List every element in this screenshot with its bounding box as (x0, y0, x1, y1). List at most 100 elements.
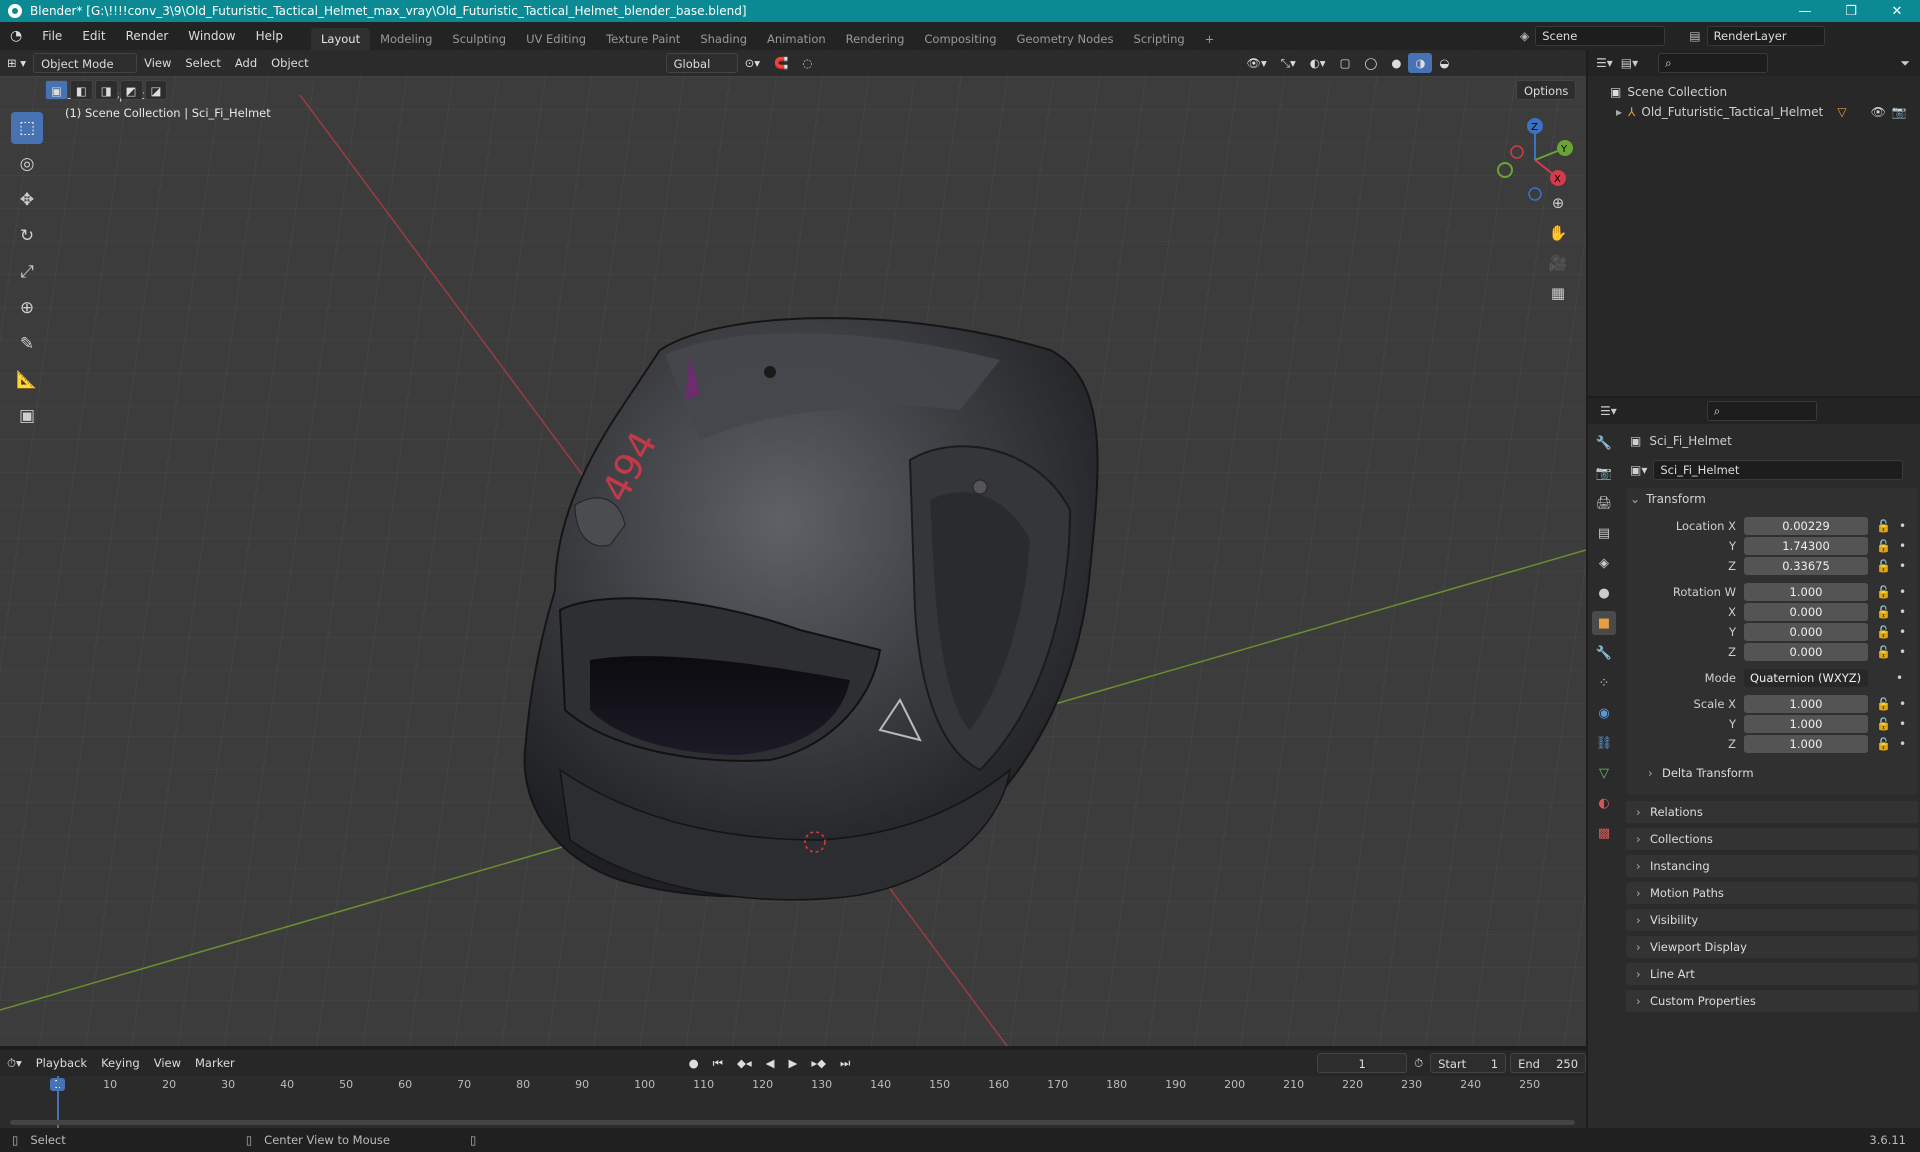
overlay-toggle-icon[interactable]: ◐▾ (1303, 53, 1333, 73)
scene-field[interactable]: Scene (1535, 26, 1666, 46)
select-box-tool-icon[interactable]: ⬚ (11, 112, 43, 144)
relations-panel[interactable]: Relations (1626, 801, 1918, 823)
constraints-tab-icon[interactable]: ⛓ (1592, 731, 1616, 755)
scale-tool-icon[interactable]: ⤢ (11, 256, 43, 288)
jump-end-icon[interactable]: ⏭ (833, 1053, 857, 1073)
menu-render[interactable]: Render (116, 22, 179, 50)
world-tab-icon[interactable]: ● (1592, 581, 1616, 605)
shading-solid-icon[interactable]: ● (1384, 53, 1408, 73)
lock-icon[interactable]: 🔓 (1876, 585, 1891, 599)
jump-start-icon[interactable]: ⏮ (706, 1053, 730, 1073)
tab-animation[interactable]: Animation (757, 28, 836, 50)
keyframe-dot-icon[interactable]: • (1899, 539, 1906, 553)
tab-shading[interactable]: Shading (690, 28, 757, 50)
rotation-mode-dropdown[interactable]: Quaternion (WXYZ) (1744, 669, 1868, 687)
lock-icon[interactable]: 🔓 (1876, 519, 1891, 533)
add-cube-tool-icon[interactable]: ▣ (11, 400, 43, 432)
navigation-gizmo[interactable]: Z Y X (1490, 112, 1580, 202)
end-frame-field[interactable]: End 250 (1510, 1053, 1587, 1073)
scene-tab-icon[interactable]: ◈ (1592, 551, 1616, 575)
camera-render-icon[interactable]: 📷 (1892, 105, 1907, 119)
tab-modeling[interactable]: Modeling (370, 28, 442, 50)
rotation-z-field[interactable]: 0.000 (1744, 643, 1868, 661)
select-extend-icon[interactable]: ◧ (69, 80, 93, 100)
motion-paths-panel[interactable]: Motion Paths (1626, 882, 1918, 904)
cursor-tool-icon[interactable]: ◎ (11, 148, 43, 180)
rotate-tool-icon[interactable]: ↻ (11, 220, 43, 252)
tab-compositing[interactable]: Compositing (914, 28, 1006, 50)
start-frame-field[interactable]: Start 1 (1430, 1053, 1507, 1073)
menu-timeline-view[interactable]: View (147, 1053, 188, 1073)
tab-uv-editing[interactable]: UV Editing (516, 28, 596, 50)
measure-tool-icon[interactable]: 📐 (11, 364, 43, 396)
orientation-selector[interactable]: Global (665, 53, 738, 73)
visibility-icon[interactable]: 👁▾ (1239, 53, 1273, 73)
select-intersect-icon[interactable]: ◪ (144, 80, 168, 100)
location-z-field[interactable]: 0.33675 (1744, 557, 1868, 575)
lock-icon[interactable]: 🔓 (1876, 539, 1891, 553)
keyframe-dot-icon[interactable]: • (1896, 671, 1903, 685)
minimize-button[interactable]: — (1782, 0, 1828, 22)
zoom-icon[interactable]: ⊕ (1545, 190, 1571, 216)
move-tool-icon[interactable]: ✥ (11, 184, 43, 216)
editor-type-icon[interactable]: ⊞ ▾ (0, 53, 33, 73)
select-subtract-icon[interactable]: ◨ (94, 80, 118, 100)
keyframe-dot-icon[interactable]: • (1899, 519, 1906, 533)
instancing-panel[interactable]: Instancing (1626, 855, 1918, 877)
mode-selector[interactable]: Object Mode (33, 53, 138, 73)
menu-edit[interactable]: Edit (72, 22, 115, 50)
menu-marker[interactable]: Marker (188, 1053, 242, 1073)
modifier-tab-icon[interactable]: 🔧 (1592, 641, 1616, 665)
transform-tool-icon[interactable]: ⊕ (11, 292, 43, 324)
keyframe-dot-icon[interactable]: • (1899, 585, 1906, 599)
properties-search-input[interactable]: ⌕ (1706, 401, 1817, 421)
close-button[interactable]: ✕ (1874, 0, 1920, 22)
properties-editor-icon[interactable]: ☰▾ (1600, 404, 1617, 418)
menu-window[interactable]: Window (178, 22, 245, 50)
timeline-scrollbar[interactable] (10, 1120, 1575, 1125)
lock-icon[interactable]: 🔓 (1876, 717, 1891, 731)
filter-icon[interactable]: ⏷ (1900, 56, 1910, 71)
rotation-w-field[interactable]: 1.000 (1744, 583, 1868, 601)
annotate-tool-icon[interactable]: ✎ (11, 328, 43, 360)
outliner-root[interactable]: ▣ Scene Collection (1588, 82, 1920, 102)
eye-icon[interactable]: 👁 (1871, 105, 1886, 119)
gizmo-toggle-icon[interactable]: ⤡▾ (1274, 53, 1303, 73)
object-type-icon[interactable]: ▣▾ (1630, 463, 1647, 477)
view-layer-tab-icon[interactable]: ▤ (1592, 521, 1616, 545)
shading-rendered-icon[interactable]: ◒ (1432, 53, 1456, 73)
proportional-icon[interactable]: ◌ (795, 53, 819, 73)
shading-material-icon[interactable]: ◑ (1408, 53, 1433, 73)
particles-tab-icon[interactable]: ⁘ (1592, 671, 1616, 695)
outliner-item[interactable]: ▸ ⅄ Old_Futuristic_Tactical_Helmet ▽ 👁 📷 (1588, 102, 1920, 122)
outliner-editor-icon[interactable]: ☰▾ (1596, 56, 1613, 70)
object-name-field[interactable]: Sci_Fi_Helmet (1653, 460, 1904, 480)
xray-icon[interactable]: ▢ (1333, 53, 1358, 73)
transform-header[interactable]: ⌄ Transform (1626, 488, 1918, 510)
menu-object[interactable]: Object (264, 53, 315, 73)
timeline-area[interactable]: 1102030405060708090100110120130140150160… (0, 1076, 1586, 1128)
menu-keying[interactable]: Keying (94, 1053, 147, 1073)
material-tab-icon[interactable]: ◐ (1592, 791, 1616, 815)
maximize-button[interactable]: ❐ (1828, 0, 1874, 22)
tab-sculpting[interactable]: Sculpting (442, 28, 516, 50)
3d-viewport[interactable]: 494 User Perspective (1) Scene Collectio… (0, 50, 1586, 1046)
timeline-editor-icon[interactable]: ⏱▾ (0, 1053, 29, 1073)
outliner-display-mode-icon[interactable]: ▤▾ (1621, 56, 1638, 70)
prev-keyframe-icon[interactable]: ◆◂ (730, 1053, 759, 1073)
line-art-panel[interactable]: Line Art (1626, 963, 1918, 985)
scale-z-field[interactable]: 1.000 (1744, 735, 1868, 753)
current-frame-field[interactable]: 1 (1317, 1053, 1408, 1073)
keyframe-dot-icon[interactable]: • (1899, 645, 1906, 659)
keyframe-dot-icon[interactable]: • (1899, 717, 1906, 731)
lock-icon[interactable]: 🔓 (1876, 625, 1891, 639)
physics-tab-icon[interactable]: ◉ (1592, 701, 1616, 725)
lock-icon[interactable]: 🔓 (1876, 559, 1891, 573)
lock-icon[interactable]: 🔓 (1876, 605, 1891, 619)
ortho-grid-icon[interactable]: ▦ (1545, 280, 1571, 306)
tab-scripting[interactable]: Scripting (1124, 28, 1195, 50)
pan-hand-icon[interactable]: ✋ (1545, 220, 1571, 246)
object-tab-icon[interactable]: ■ (1592, 611, 1616, 635)
collections-panel[interactable]: Collections (1626, 828, 1918, 850)
record-icon[interactable]: ● (682, 1053, 706, 1073)
